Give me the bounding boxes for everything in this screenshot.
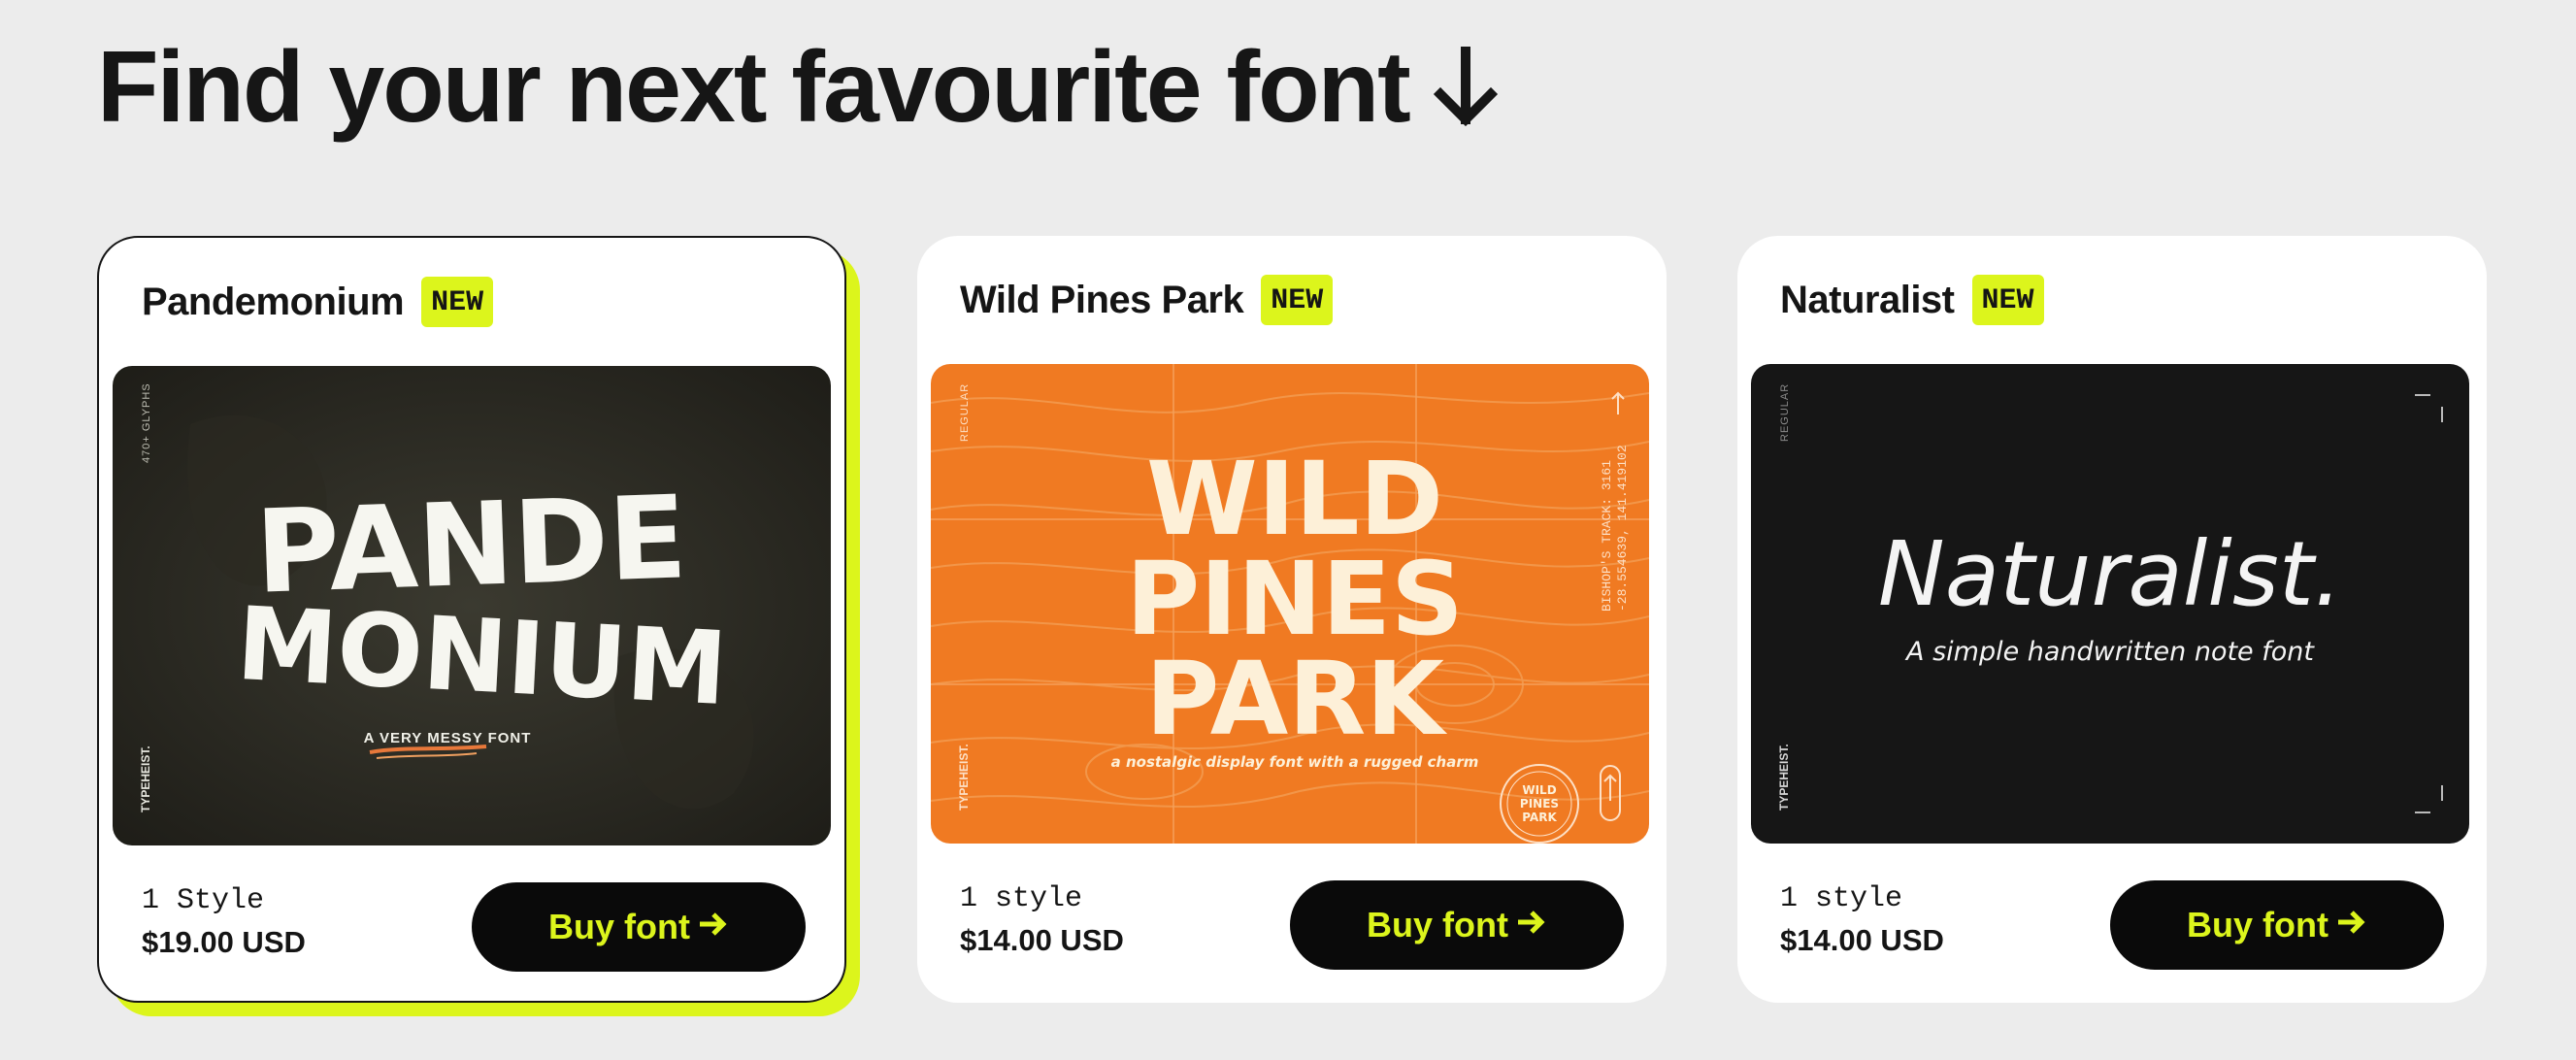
buy-font-button[interactable]: Buy font [472, 882, 806, 972]
arrow-right-icon [696, 907, 729, 947]
stamp-line-1: WILD [1522, 783, 1556, 797]
card-footer: 1 style $14.00 USD Buy font [1780, 880, 2444, 970]
arrow-down-icon [1431, 46, 1501, 129]
font-card-wild-pines-park[interactable]: Wild Pines Park NEW REGULAR TYPEHEIST. B… [917, 236, 1667, 1003]
preview-side-top: 470+ GLYPHS [141, 382, 152, 463]
preview-side-bottom: TYPEHEIST. [957, 744, 971, 811]
new-badge: NEW [421, 277, 494, 327]
preview-coords-2: -28.554639, 141.419102 [1615, 445, 1630, 612]
price: $14.00 USD [960, 923, 1124, 957]
stamp-line-2: PINES [1520, 797, 1559, 811]
preview-tagline: A simple handwritten note font [1904, 637, 2315, 667]
buy-font-label: Buy font [2187, 905, 2328, 944]
font-name[interactable]: Pandemonium [142, 281, 405, 324]
card-footer: 1 style $14.00 USD Buy font [960, 880, 1624, 970]
preview-side-bottom: TYPEHEIST. [1777, 744, 1791, 811]
page-title: Find your next favourite font [97, 29, 1501, 146]
buy-font-button[interactable]: Buy font [1290, 880, 1624, 970]
card-header: Naturalist NEW [1780, 275, 2044, 325]
preview-side-bottom: TYPEHEIST. [139, 745, 152, 812]
preview-title: Naturalist. [1878, 522, 2342, 626]
style-count: 1 Style [142, 884, 265, 917]
page-title-text: Find your next favourite font [97, 31, 1411, 144]
font-name[interactable]: Naturalist [1780, 279, 1955, 322]
new-badge: NEW [1971, 275, 2044, 325]
arrow-right-icon [2334, 905, 2367, 945]
style-count: 1 style [1780, 882, 1903, 915]
buy-font-button[interactable]: Buy font [2110, 880, 2444, 970]
price: $19.00 USD [142, 925, 306, 959]
preview-line-3: PARK [1145, 640, 1447, 758]
buy-font-label: Buy font [1367, 905, 1508, 944]
font-preview-image[interactable]: 470+ GLYPHS TYPEHEIST. PANDE MONIUM A VE… [113, 366, 831, 845]
buy-font-label: Buy font [548, 907, 690, 946]
card-header: Pandemonium NEW [142, 277, 494, 327]
preview-coords-1: BISHOP'S TRACK: 3161 [1600, 460, 1614, 612]
card-footer: 1 Style $19.00 USD Buy font [142, 882, 806, 972]
card-header: Wild Pines Park NEW [960, 275, 1334, 325]
preview-side-top: REGULAR [1779, 383, 1791, 442]
arrow-right-icon [1514, 905, 1547, 945]
stamp-line-3: PARK [1522, 811, 1557, 824]
preview-tagline: a nostalgic display font with a rugged c… [1111, 753, 1479, 771]
style-count: 1 style [960, 882, 1083, 915]
font-card-naturalist[interactable]: Naturalist NEW REGULAR TYPEHEIST. Natura… [1737, 236, 2487, 1003]
font-preview-image[interactable]: REGULAR TYPEHEIST. BISHOP'S TRACK: 3161 … [931, 364, 1649, 844]
font-card-pandemonium[interactable]: Pandemonium NEW 470+ GLYPHS TYPEHEIST. P… [97, 236, 846, 1003]
font-preview-image[interactable]: REGULAR TYPEHEIST. Naturalist. A simple … [1751, 364, 2469, 844]
font-name[interactable]: Wild Pines Park [960, 279, 1244, 322]
price: $14.00 USD [1780, 923, 1944, 957]
preview-tagline: A VERY MESSY FONT [364, 730, 532, 746]
new-badge: NEW [1261, 275, 1334, 325]
preview-side-top: REGULAR [959, 383, 971, 442]
